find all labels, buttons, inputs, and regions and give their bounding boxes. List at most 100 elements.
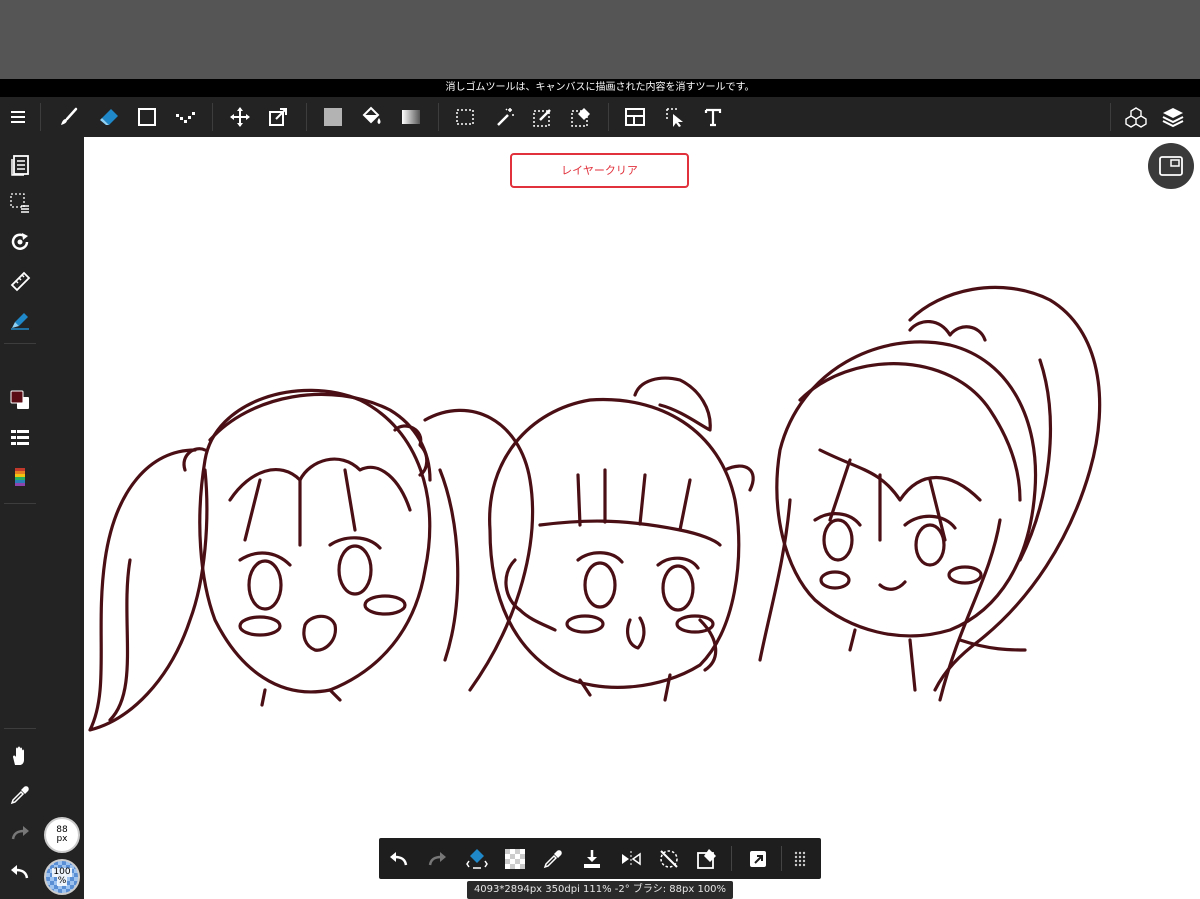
char2-mouth xyxy=(626,616,646,650)
char1-left-twintail xyxy=(88,448,209,732)
eraser-icon[interactable] xyxy=(92,97,126,137)
char2-bangs xyxy=(538,519,722,547)
status-bar: 4093*2894px 350dpi 111% -2° ブラシ: 88px 10… xyxy=(467,881,733,899)
bottom-toolbar-divider xyxy=(731,846,732,871)
object-select-icon[interactable] xyxy=(658,97,692,137)
char1-left-eyelash xyxy=(238,551,292,567)
brush-size-indicator[interactable]: 88 px xyxy=(44,817,80,853)
app: 消しゴムツールは、キャンバスに描画された内容を消すツールです。 レイヤークリア … xyxy=(0,0,1200,899)
ruler-icon[interactable] xyxy=(4,265,36,297)
move-icon[interactable] xyxy=(223,97,257,137)
tool-tip-bar: 消しゴムツールは、キャンバスに描画された内容を消すツールです。 xyxy=(0,79,1200,97)
eraser-toggle-icon[interactable] xyxy=(459,838,495,879)
select-rect-icon[interactable] xyxy=(448,97,482,137)
top-gray-area xyxy=(0,0,1200,79)
dot-icon[interactable] xyxy=(168,97,202,137)
top-toolbar xyxy=(0,97,1200,137)
rectangle-icon[interactable] xyxy=(130,97,164,137)
redo-icon[interactable] xyxy=(419,838,455,879)
snap-pen-icon[interactable] xyxy=(4,303,36,335)
color-swatch-icon[interactable] xyxy=(4,384,36,416)
sidebar-divider xyxy=(4,343,36,344)
gradient-icon[interactable] xyxy=(394,97,428,137)
char3-ponytail xyxy=(908,285,1102,692)
toolbar-divider xyxy=(438,103,439,131)
brush-icon[interactable] xyxy=(52,97,86,137)
color-palette-icon[interactable] xyxy=(4,461,36,493)
char3-left-eye xyxy=(822,518,854,562)
frame-divide-icon[interactable] xyxy=(618,97,652,137)
left-sidebar xyxy=(0,137,40,899)
toolbar-divider xyxy=(212,103,213,131)
color-list-icon[interactable] xyxy=(4,422,36,454)
char2-left-eye xyxy=(583,561,617,609)
sidebar-divider xyxy=(4,503,36,504)
drawing-canvas[interactable]: レイヤークリア xyxy=(84,137,1200,899)
char3-headband xyxy=(798,362,1022,502)
select-pen-icon[interactable] xyxy=(526,97,560,137)
char2-head-outline xyxy=(488,397,741,689)
3d-material-icon[interactable] xyxy=(1119,97,1153,137)
char1-right-twintail xyxy=(423,408,535,692)
undo-icon[interactable] xyxy=(4,856,36,888)
char3-hair-bow xyxy=(908,320,987,342)
rotate-icon[interactable] xyxy=(4,226,36,258)
char1-mouth xyxy=(302,614,338,652)
text-icon[interactable] xyxy=(696,97,730,137)
char1-left-blush xyxy=(238,615,282,637)
char1-left-twintail-inner xyxy=(108,558,132,722)
eyedropper-icon[interactable] xyxy=(535,838,571,879)
char2-left-blush xyxy=(565,614,605,634)
share-icon[interactable] xyxy=(740,838,776,879)
char1-right-blush xyxy=(363,594,407,616)
toolbar-divider xyxy=(40,103,41,131)
hand-icon[interactable] xyxy=(4,740,36,772)
fill-color-icon[interactable] xyxy=(316,97,350,137)
layer-clear-button[interactable]: レイヤークリア xyxy=(510,153,689,188)
sidebar-gap xyxy=(40,137,84,899)
char3-bang-strands xyxy=(828,458,947,542)
sidebar-divider xyxy=(4,728,36,729)
menu-icon[interactable] xyxy=(2,97,36,137)
magic-wand-icon[interactable] xyxy=(488,97,522,137)
toolbar-divider xyxy=(306,103,307,131)
char3-mouth xyxy=(878,580,907,591)
brush-size-unit: px xyxy=(56,834,68,844)
eyedropper-icon[interactable] xyxy=(4,779,36,811)
char1-bangs xyxy=(228,457,412,512)
char1-head-outline xyxy=(198,388,432,694)
brush-opacity-indicator[interactable]: 100 % xyxy=(44,859,80,895)
transform-icon[interactable] xyxy=(261,97,295,137)
select-tool-icon[interactable] xyxy=(689,838,725,879)
sketch-drawing xyxy=(88,285,1102,732)
char1-right-twintail-inner xyxy=(438,468,460,662)
char3-right-eye xyxy=(914,523,946,567)
pages-icon[interactable] xyxy=(4,149,36,181)
undo-icon[interactable] xyxy=(381,838,417,879)
char2-right-eye xyxy=(661,564,695,612)
more-grid-icon[interactable] xyxy=(782,838,818,879)
char3-left-hair-down xyxy=(758,498,792,662)
char3-neck xyxy=(848,628,917,692)
char2-right-blush xyxy=(675,614,715,634)
selection-list-icon[interactable] xyxy=(4,187,36,219)
flip-icon[interactable] xyxy=(613,838,649,879)
char3-right-blush xyxy=(947,565,983,585)
bottom-toolbar xyxy=(379,838,821,879)
toolbar-divider xyxy=(1110,103,1111,131)
transparent-color-icon[interactable] xyxy=(497,838,533,879)
redo-icon[interactable] xyxy=(4,817,36,849)
save-icon[interactable] xyxy=(574,838,610,879)
rotation-reset-icon[interactable] xyxy=(651,838,687,879)
bucket-icon[interactable] xyxy=(354,97,388,137)
navigator-icon[interactable] xyxy=(1148,143,1194,189)
brush-opacity-unit: % xyxy=(56,876,68,886)
toolbar-divider xyxy=(608,103,609,131)
select-eraser-icon[interactable] xyxy=(564,97,598,137)
char3-left-blush xyxy=(819,570,851,590)
char1-left-eye xyxy=(247,559,283,611)
char1-bangs-strands xyxy=(243,468,357,547)
char3-right-hair-down xyxy=(938,518,1002,702)
layers-icon[interactable] xyxy=(1156,97,1190,137)
char2-left-eyelash xyxy=(576,551,624,564)
